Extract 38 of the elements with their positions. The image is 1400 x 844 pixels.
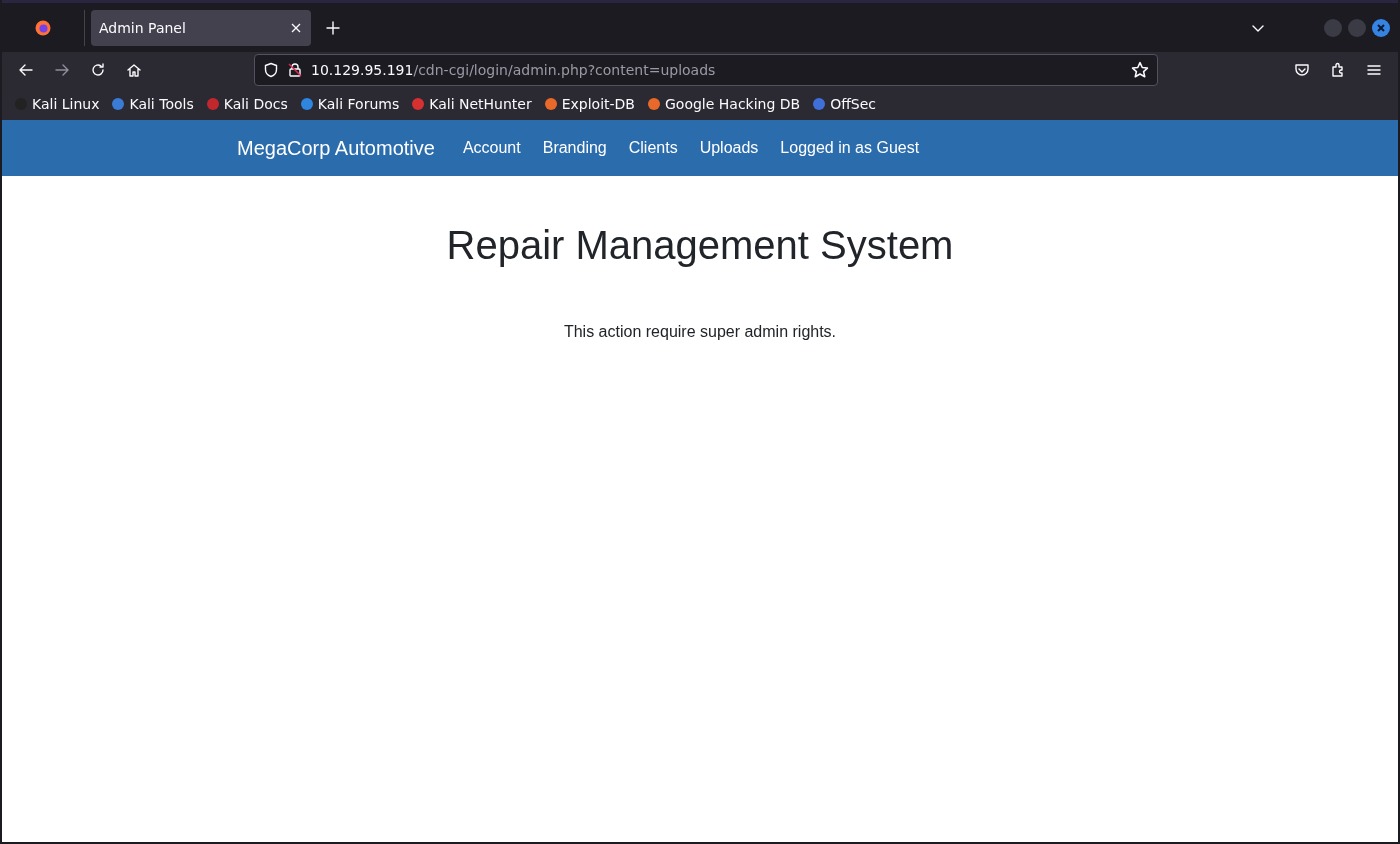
home-icon[interactable] xyxy=(126,61,142,78)
browser-logo-icon xyxy=(35,19,51,36)
bookmark-link[interactable]: OffSec xyxy=(812,95,877,112)
permission-message: This action require super admin rights. xyxy=(563,323,837,341)
close-icon[interactable] xyxy=(291,22,301,33)
bookmark-icon xyxy=(205,96,220,111)
bookmark-icon xyxy=(299,96,314,111)
shield-icon[interactable] xyxy=(263,61,279,78)
nav-link[interactable]: Account xyxy=(462,139,521,157)
page-heading: Repair Management System xyxy=(446,223,954,268)
close-window-button[interactable] xyxy=(1372,18,1390,37)
close-icon xyxy=(1376,22,1386,33)
browser-tab[interactable]: Admin Panel xyxy=(91,9,311,46)
bookmark-icon xyxy=(812,96,827,111)
bookmark-link[interactable]: Kali NetHunter xyxy=(411,95,532,112)
plus-icon[interactable] xyxy=(325,19,341,36)
bookmark-icon xyxy=(647,96,661,111)
bookmark-link[interactable]: Kali Tools xyxy=(111,95,194,112)
insecure-lock-icon[interactable] xyxy=(287,61,303,78)
bookmark-icon xyxy=(543,96,558,111)
pocket-icon[interactable] xyxy=(1294,61,1310,78)
bookmark-icon xyxy=(111,96,126,111)
nav-link[interactable]: Branding xyxy=(542,139,607,157)
puzzle-piece-icon[interactable] xyxy=(1330,61,1346,78)
bookmark-link[interactable]: Kali Linux xyxy=(14,95,100,112)
bookmark-link[interactable]: Kali Forums xyxy=(299,95,400,112)
reload-icon[interactable] xyxy=(90,61,106,78)
url-text[interactable]: 10.129.95.191/cdn-cgi/login/admin.php?content=uploads xyxy=(311,61,716,78)
bookmark-link[interactable]: Kali Docs xyxy=(205,95,288,112)
star-icon[interactable] xyxy=(1131,60,1149,79)
brand-link[interactable]: MegaCorp Automotive xyxy=(237,136,435,160)
bookmark-link[interactable]: Exploit-DB xyxy=(543,95,635,112)
bookmark-icon xyxy=(411,96,426,111)
nav-link[interactable]: Clients xyxy=(628,139,678,157)
bookmark-link[interactable]: Google Hacking DB xyxy=(647,95,801,112)
address-bar[interactable]: 10.129.95.191/cdn-cgi/login/admin.php?content=uploads xyxy=(254,53,1158,86)
nav-link[interactable]: Logged in as Guest xyxy=(780,139,920,157)
nav-link[interactable]: Uploads xyxy=(699,139,759,157)
